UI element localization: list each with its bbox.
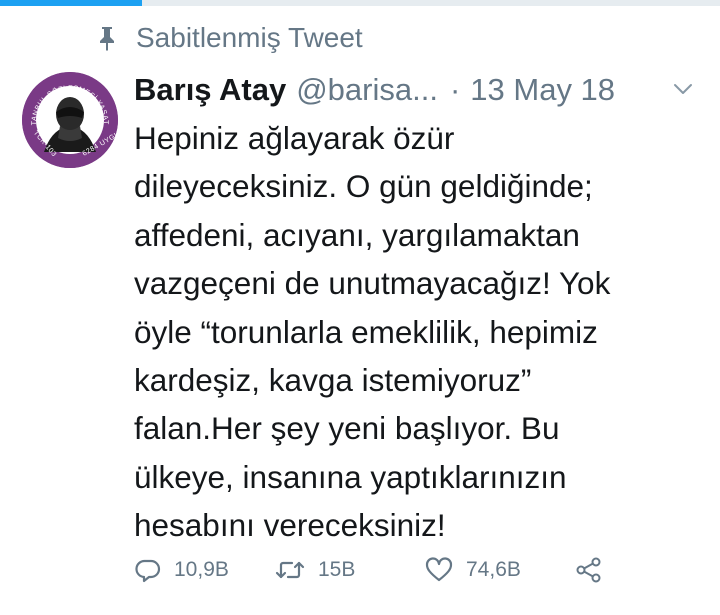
pin-icon [100,27,114,51]
reply-button[interactable]: 10,9B [134,550,229,590]
share-icon [576,557,601,583]
pinned-tweet-indicator: Sabitlenmiş Tweet [96,20,363,56]
pinned-label: Sabitlenmiş Tweet [136,22,363,53]
tweet-header: Barış Atay @barisa... · 13 May 18 [134,68,704,112]
tweet-actions: 10,9B 15B 74,6B [134,550,704,590]
like-count: 74,6B [466,558,521,581]
avatar-image: İSTANBUL SÖZLEŞMESİ YAŞATIR TCK-103 6284… [22,72,118,168]
tweet-text: Hepiniz ağlayarak özür dileyeceksiniz. O… [134,120,611,544]
share-button[interactable] [574,550,616,590]
avatar[interactable]: İSTANBUL SÖZLEŞMESİ YAŞATIR TCK-103 6284… [22,72,118,168]
reply-icon [135,559,161,583]
separator-dot: · [449,72,461,107]
tab-active-indicator [0,0,142,6]
retweet-button[interactable]: 15B [274,550,355,590]
retweet-count: 15B [318,558,356,581]
like-icon [425,557,453,582]
chevron-down-icon[interactable] [670,76,696,102]
reply-count: 10,9B [174,558,229,581]
display-name[interactable]: Barış Atay [134,72,286,108]
user-handle[interactable]: @barisa... [296,72,438,108]
tweet-date[interactable]: 13 May 18 [470,72,615,108]
like-button[interactable]: 74,6B [424,550,521,590]
retweet-icon [275,561,305,579]
